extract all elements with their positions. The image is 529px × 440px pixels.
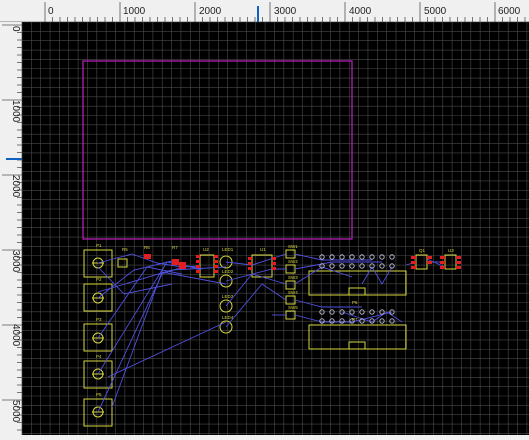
label-U3: U3 [448, 248, 454, 253]
vruler-label-4000: 4000 [10, 324, 21, 347]
hruler-label-4000: 4000 [349, 6, 372, 17]
canvas-background [22, 22, 529, 435]
label-P1: P1 [96, 243, 102, 248]
label-R7: R7 [172, 245, 178, 250]
hruler-label-5000: 5000 [424, 6, 447, 17]
horizontal-ruler-graphic: 0 1000 2000 3000 4000 5000 6000 [44, 2, 526, 22]
pcb-editor-view: 0 1000 2000 3000 4000 5000 6000 0 1000 2… [0, 0, 529, 438]
hruler-label-2000: 2000 [199, 6, 222, 17]
hruler-label-0: 0 [48, 6, 54, 17]
horizontal-ruler[interactable]: 0 1000 2000 3000 4000 5000 6000 [0, 0, 529, 22]
vertical-ruler-graphic: 0 1000 2000 3000 4000 5000 [2, 24, 22, 438]
vruler-label-2000: 2000 [10, 175, 21, 198]
hruler-label-1000: 1000 [123, 6, 146, 17]
vertical-ruler[interactable]: 0 1000 2000 3000 4000 5000 [0, 22, 22, 438]
label-LED2: LED2 [222, 269, 234, 274]
label-R6: R6 [144, 245, 150, 250]
label-SW1: SW1 [288, 244, 298, 249]
pcb-canvas[interactable]: P1 P2 P3 P4 P5 R5 R6 R7 U2 LED1 LED2 LED… [21, 21, 529, 435]
vruler-label-1000: 1000 [10, 100, 21, 123]
pcb-canvas-graphic: P1 P2 P3 P4 P5 R5 R6 R7 U2 LED1 LED2 LED… [21, 21, 529, 435]
vruler-label-5000: 5000 [10, 400, 21, 423]
label-U2: U2 [203, 247, 209, 252]
hruler-label-6000: 6000 [498, 6, 521, 17]
label-P4: P4 [96, 354, 102, 359]
hruler-label-3000: 3000 [274, 6, 297, 17]
vertical-ruler-ticks [2, 24, 22, 438]
label-U1: U1 [260, 247, 266, 252]
label-P5: P5 [96, 392, 102, 397]
label-SW3: SW3 [288, 275, 298, 280]
horizontal-cursor-marker [257, 6, 259, 22]
label-Q1: Q1 [419, 248, 426, 253]
label-SW5: SW5 [288, 305, 298, 310]
label-LED1: LED1 [222, 247, 234, 252]
label-R5: R5 [122, 247, 128, 252]
vertical-cursor-marker [6, 158, 22, 160]
label-P3: P3 [96, 317, 102, 322]
label-P2: P2 [96, 277, 102, 282]
vruler-label-0: 0 [10, 26, 21, 32]
label-SW4: SW4 [288, 290, 298, 295]
label-SW2: SW2 [288, 259, 298, 264]
vruler-label-3000: 3000 [10, 250, 21, 273]
label-P6: P6 [352, 300, 358, 305]
